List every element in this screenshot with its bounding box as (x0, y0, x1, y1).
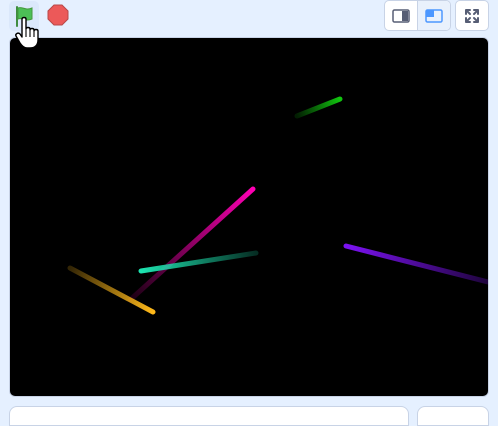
stage-drawing (67, 96, 488, 315)
green-flag-icon (16, 6, 33, 27)
stage-target-panel (417, 406, 489, 426)
stop-button[interactable] (44, 1, 72, 29)
teal-line-sprite (138, 250, 259, 274)
small-stage-button[interactable] (385, 1, 417, 30)
green-line-sprite (294, 96, 343, 119)
normal-stage-icon (425, 8, 443, 23)
magenta-line-sprite (127, 186, 256, 303)
fullscreen-button[interactable] (455, 0, 489, 31)
green-flag-button[interactable] (9, 1, 39, 31)
stage-canvas[interactable] (9, 37, 489, 397)
purple-line-sprite (343, 243, 488, 285)
small-stage-icon (392, 8, 410, 23)
stage-size-toggle (384, 0, 451, 31)
normal-stage-button[interactable] (417, 1, 450, 30)
stage-header (0, 0, 498, 34)
sprite-info-panel (9, 406, 409, 426)
fullscreen-icon (465, 8, 479, 23)
stop-sign-icon (47, 4, 69, 26)
